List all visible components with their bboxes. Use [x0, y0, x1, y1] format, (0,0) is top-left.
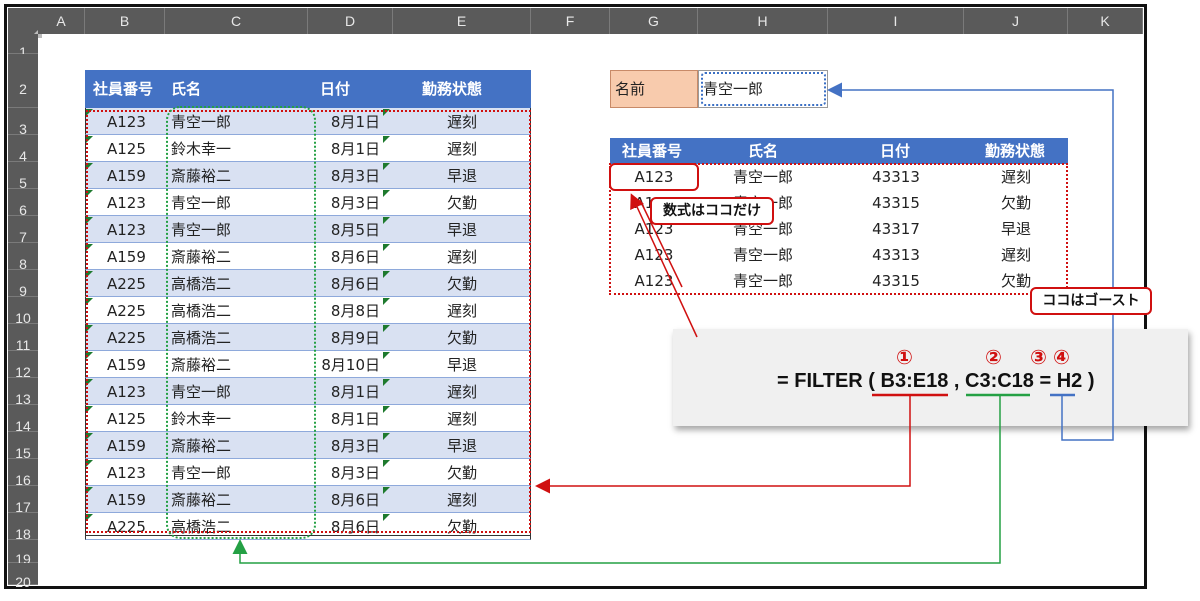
arrow-c3c18-to-name-column [232, 395, 1001, 564]
annotation-lines [232, 82, 1114, 564]
callout-ghost: ココはゴースト [1030, 287, 1152, 315]
callout-formula-only: 数式はココだけ [650, 197, 774, 225]
arrow-b3e18-to-table [535, 395, 911, 494]
arrow-h2-to-lookup [827, 82, 1114, 441]
